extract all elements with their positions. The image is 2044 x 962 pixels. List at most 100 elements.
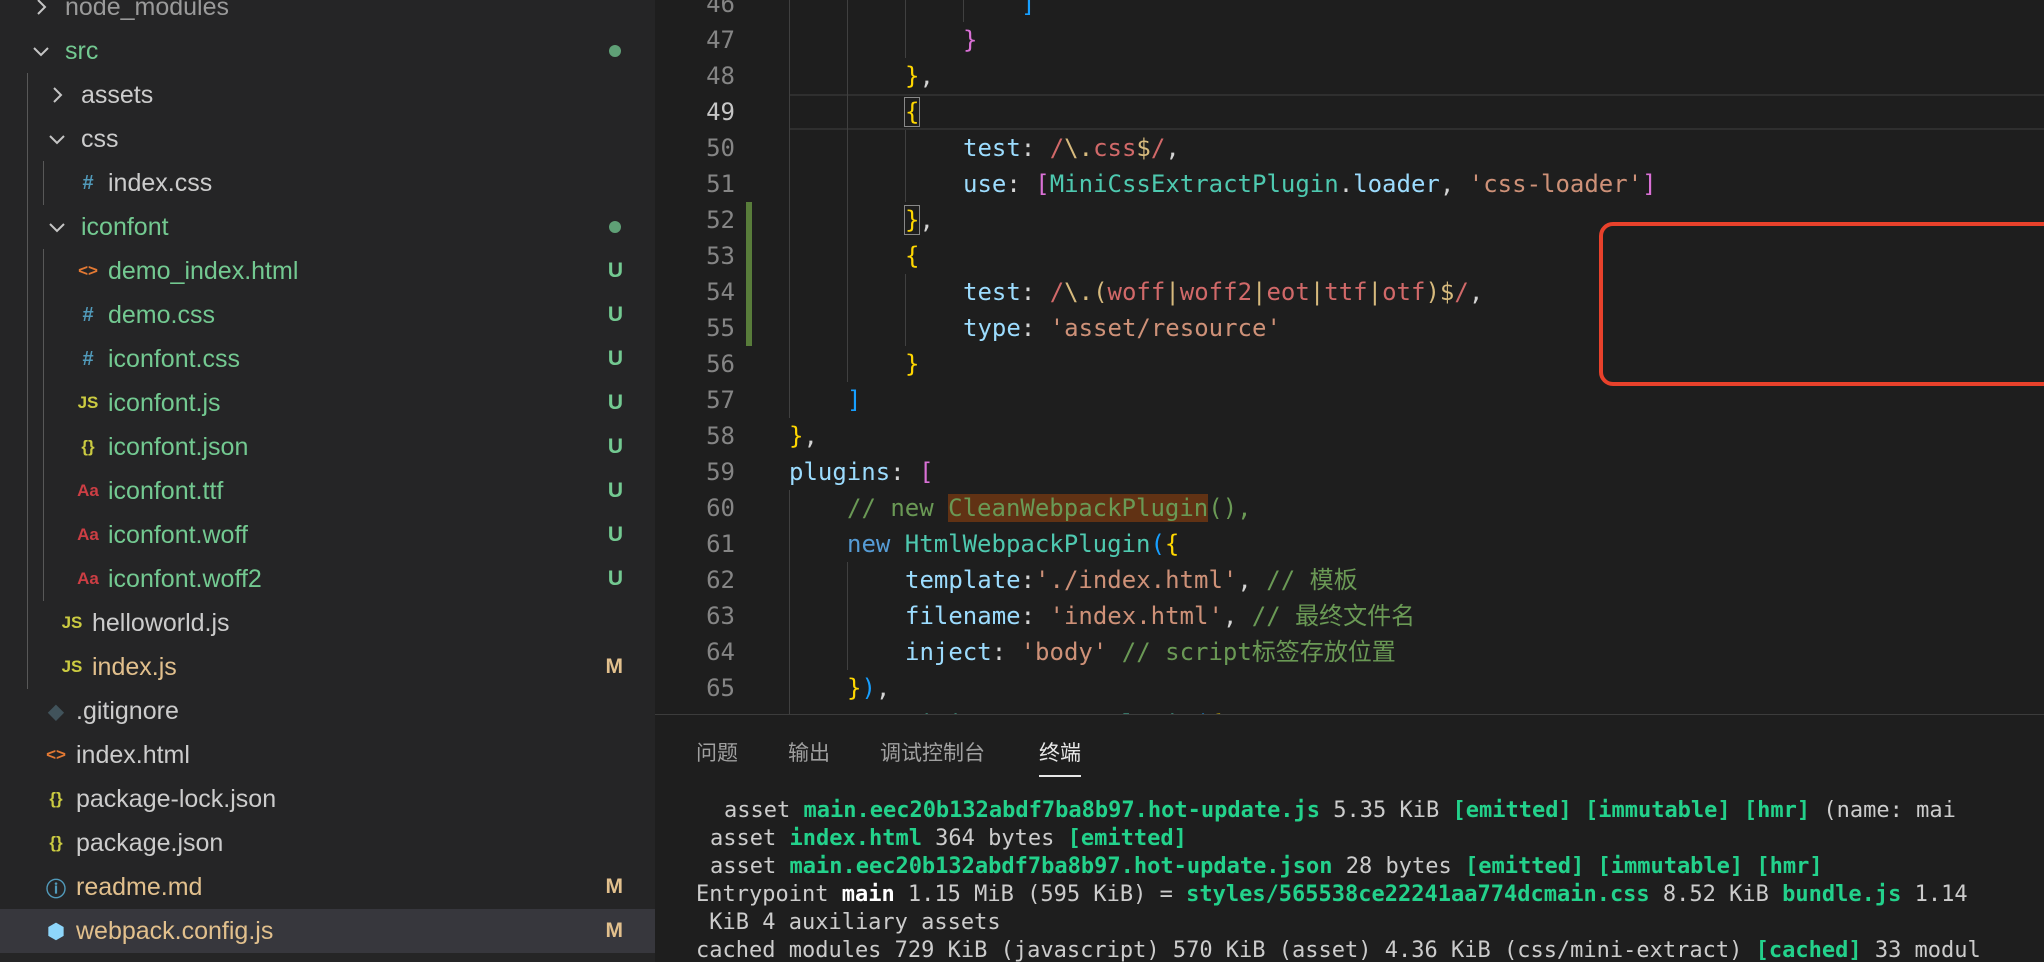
code-token: 'body' bbox=[1020, 638, 1108, 666]
terminal-segment: 5.35 KiB bbox=[1320, 798, 1453, 823]
code-token: } bbox=[903, 205, 921, 235]
css-file-icon: # bbox=[82, 303, 94, 326]
explorer-item-label: webpack.config.js bbox=[76, 917, 274, 945]
code-line: 49 { bbox=[655, 94, 2044, 130]
terminal-line: KiB 4 auxiliary assets bbox=[696, 909, 1000, 937]
line-number: 55 bbox=[706, 314, 735, 342]
explorer-item[interactable]: ⬢ webpack.config.js M bbox=[0, 909, 655, 953]
explorer-item[interactable]: Aa iconfont.ttf U bbox=[0, 469, 655, 513]
chevron-down-icon[interactable] bbox=[31, 29, 55, 73]
font-file-icon: Aa bbox=[77, 525, 99, 544]
explorer-item[interactable]: {} iconfont.json U bbox=[0, 425, 655, 469]
tab-problems[interactable]: 问题 bbox=[696, 737, 738, 777]
explorer-item[interactable]: ⓘ readme.md M bbox=[0, 865, 655, 909]
explorer-item-label: iconfont.js bbox=[108, 389, 221, 417]
tab-output[interactable]: 输出 bbox=[788, 737, 830, 777]
explorer-item[interactable]: # iconfont.css U bbox=[0, 337, 655, 381]
code-token: } bbox=[905, 350, 920, 378]
terminal-segment: asset bbox=[710, 854, 790, 879]
indent-guide bbox=[789, 0, 790, 22]
code-token: : bbox=[890, 458, 920, 486]
explorer-item[interactable]: JS index.js M bbox=[0, 645, 655, 689]
code-token: // new bbox=[847, 494, 949, 522]
js-file-icon: JS bbox=[61, 657, 83, 676]
code-token: css bbox=[1093, 134, 1137, 162]
explorer-item[interactable]: Aa iconfont.woff2 U bbox=[0, 557, 655, 601]
explorer-item-label: iconfont.json bbox=[108, 433, 249, 461]
explorer-item[interactable]: assets bbox=[0, 73, 655, 117]
indent-guide bbox=[789, 634, 790, 670]
git-status-badge: M bbox=[605, 875, 624, 898]
explorer-item[interactable]: css bbox=[0, 117, 655, 161]
indent-guide bbox=[789, 130, 790, 166]
indent-guide bbox=[27, 73, 28, 117]
line-number: 48 bbox=[706, 62, 735, 90]
indent-guide bbox=[789, 274, 790, 310]
terminal-segment: asset bbox=[724, 798, 804, 823]
code-text: ] bbox=[847, 382, 861, 418]
code-token: filename bbox=[905, 602, 1021, 630]
tab-debug-console[interactable]: 调试控制台 bbox=[880, 737, 985, 777]
explorer-item[interactable]: # index.css bbox=[0, 161, 655, 205]
explorer-item-label: readme.md bbox=[76, 873, 203, 901]
terminal-line: asset main.eec20b132abdf7ba8b97.hot-upda… bbox=[710, 853, 1823, 881]
code-token: } bbox=[905, 62, 920, 90]
indent-guide bbox=[963, 0, 964, 22]
indent-guide bbox=[789, 22, 790, 58]
code-token: ( bbox=[1150, 530, 1165, 558]
explorer-item[interactable]: <> demo_index.html U bbox=[0, 249, 655, 293]
code-token: | bbox=[1367, 278, 1383, 306]
indent-guide bbox=[43, 381, 44, 425]
code-token: : bbox=[1020, 134, 1050, 162]
code-token: , bbox=[1468, 278, 1484, 306]
code-line: 61 new HtmlWebpackPlugin({ bbox=[655, 526, 2044, 562]
git-status-badge: U bbox=[607, 523, 623, 546]
code-token: inject bbox=[905, 638, 992, 666]
tab-terminal[interactable]: 终端 bbox=[1039, 737, 1081, 777]
terminal-segment: styles/565538ce22241aa774dcmain.css bbox=[1186, 882, 1650, 907]
code-token: { bbox=[903, 97, 921, 127]
chevron-down-icon[interactable] bbox=[47, 205, 71, 249]
indent-guide bbox=[789, 670, 790, 706]
git-status-badge: U bbox=[607, 303, 623, 326]
css-file-icon: # bbox=[82, 347, 94, 370]
indent-guide bbox=[43, 425, 44, 469]
indent-guide bbox=[789, 598, 790, 634]
explorer-item[interactable]: JS iconfont.js U bbox=[0, 381, 655, 425]
line-number: 51 bbox=[706, 170, 735, 198]
explorer-item[interactable]: {} package.json bbox=[0, 821, 655, 865]
terminal-segment: [emitted] bbox=[1452, 798, 1572, 823]
explorer-item[interactable]: {} package-lock.json bbox=[0, 777, 655, 821]
code-text: } bbox=[963, 22, 977, 58]
code-token: : bbox=[1020, 278, 1050, 306]
code-text: }), bbox=[847, 670, 890, 706]
chevron-right-icon[interactable] bbox=[31, 0, 55, 29]
explorer-item-label: iconfont.woff bbox=[108, 521, 248, 549]
chevron-down-icon[interactable] bbox=[47, 117, 71, 161]
terminal-segment bbox=[1731, 798, 1744, 823]
explorer-item[interactable]: node_modules bbox=[0, 0, 655, 29]
code-token: / bbox=[1049, 278, 1065, 306]
terminal-segment: Entrypoint bbox=[696, 882, 842, 907]
terminal-line: asset index.html 364 bytes [emitted] bbox=[710, 825, 1187, 853]
code-line: 58}, bbox=[655, 418, 2044, 454]
explorer-item[interactable]: # demo.css U bbox=[0, 293, 655, 337]
explorer-item[interactable]: iconfont bbox=[0, 205, 655, 249]
indent-guide bbox=[43, 469, 44, 513]
code-editor[interactable]: 46] 47} 48}, 49{50 test: /\.css$/, 51 use: [Mi… bbox=[655, 0, 2044, 714]
explorer-item[interactable]: JS helloworld.js bbox=[0, 601, 655, 645]
indent-guide bbox=[27, 205, 28, 249]
explorer-item[interactable]: <> index.html bbox=[0, 733, 655, 777]
code-token: , bbox=[919, 206, 934, 234]
explorer-item[interactable]: Aa iconfont.woff U bbox=[0, 513, 655, 557]
code-line: 50 test: /\.css$/, bbox=[655, 130, 2044, 166]
explorer-item[interactable]: src bbox=[0, 29, 655, 73]
code-line: 62 template:'./index.html', // 模板 bbox=[655, 562, 2044, 598]
explorer-item-label: iconfont bbox=[81, 213, 169, 241]
chevron-right-icon[interactable] bbox=[47, 73, 71, 117]
indent-guide bbox=[27, 117, 28, 161]
info-file-icon: ⓘ bbox=[46, 878, 66, 901]
explorer-item-label: index.html bbox=[76, 741, 190, 769]
explorer-item[interactable]: ◆ .gitignore bbox=[0, 689, 655, 733]
